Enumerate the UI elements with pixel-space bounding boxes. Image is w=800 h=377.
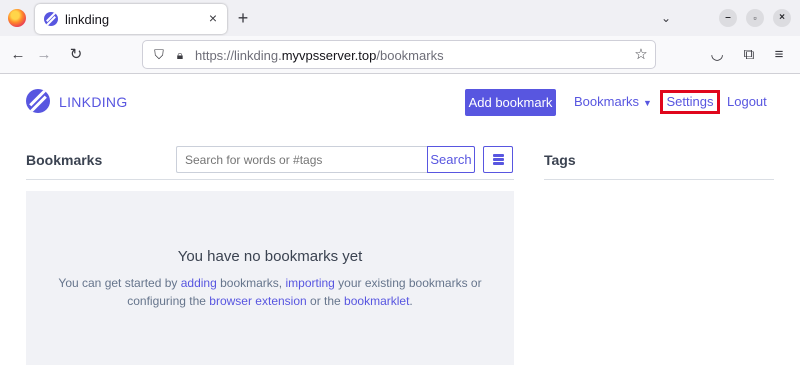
- tab-linkding[interactable]: linkding ×: [35, 4, 227, 34]
- menu-icon[interactable]: ≡: [768, 44, 790, 66]
- tags-divider: [544, 179, 774, 180]
- chevron-down-icon: ▼: [643, 98, 652, 108]
- url-text[interactable]: https://linkding.myvpsserver.top/bookmar…: [195, 48, 444, 63]
- bookmarklet-link[interactable]: bookmarklet: [344, 294, 409, 308]
- bookmarks-menu[interactable]: Bookmarks ▼: [574, 94, 652, 109]
- lock-icon[interactable]: 🔒︎: [173, 46, 187, 64]
- maximize-icon[interactable]: ▫: [746, 9, 764, 27]
- shield-icon[interactable]: ⛉: [151, 46, 167, 64]
- star-icon[interactable]: ☆: [631, 45, 651, 65]
- linkding-favicon-icon: [44, 12, 58, 26]
- new-tab-icon[interactable]: +: [232, 7, 254, 29]
- search-button[interactable]: Search: [427, 146, 475, 173]
- browser-tab-bar: linkding × + ⌄ – ▫ ×: [0, 0, 800, 36]
- reload-icon[interactable]: ↻: [65, 44, 87, 66]
- adding-link[interactable]: adding: [181, 276, 217, 290]
- back-icon[interactable]: ←: [7, 44, 29, 66]
- url-bar[interactable]: ⛉ 🔒︎ https://linkding.myvpsserver.top/bo…: [142, 40, 656, 69]
- empty-state-line-2: configuring the browser extension or the…: [127, 294, 413, 308]
- bookmarks-heading: Bookmarks: [26, 152, 103, 168]
- browser-nav-bar: ← → ↻ ⛉ 🔒︎ https://linkding.myvpsserver.…: [0, 36, 800, 74]
- extensions-icon[interactable]: ⧉: [738, 44, 760, 66]
- browser-extension-link[interactable]: browser extension: [209, 294, 306, 308]
- close-window-icon[interactable]: ×: [773, 9, 791, 27]
- brand-name[interactable]: LINKDING: [59, 94, 128, 110]
- forward-icon[interactable]: →: [33, 44, 55, 66]
- bookmarks-divider: [26, 179, 514, 180]
- search-input[interactable]: [176, 146, 428, 173]
- empty-state: You have no bookmarks yet You can get st…: [26, 191, 514, 365]
- bulk-edit-icon: [493, 154, 504, 165]
- tab-list-chevron-icon[interactable]: ⌄: [656, 8, 676, 28]
- close-tab-icon[interactable]: ×: [203, 8, 223, 28]
- bookmarks-menu-label: Bookmarks: [574, 94, 640, 109]
- tags-heading: Tags: [544, 152, 576, 168]
- logout-link[interactable]: Logout: [727, 94, 767, 109]
- settings-link[interactable]: Settings: [660, 90, 720, 114]
- add-bookmark-button[interactable]: Add bookmark: [465, 89, 556, 116]
- linkding-page: LINKDING Add bookmark Bookmarks ▼ Setting…: [0, 75, 800, 377]
- firefox-icon[interactable]: [8, 9, 26, 27]
- pocket-icon[interactable]: ◡: [706, 44, 728, 66]
- minimize-icon[interactable]: –: [719, 9, 737, 27]
- empty-state-line-1: You can get started by adding bookmarks,…: [58, 276, 482, 290]
- bulk-edit-button[interactable]: [483, 146, 513, 173]
- empty-state-title: You have no bookmarks yet: [177, 248, 363, 265]
- linkding-logo-icon[interactable]: [26, 89, 50, 113]
- tab-title: linkding: [65, 12, 110, 27]
- importing-link[interactable]: importing: [285, 276, 334, 290]
